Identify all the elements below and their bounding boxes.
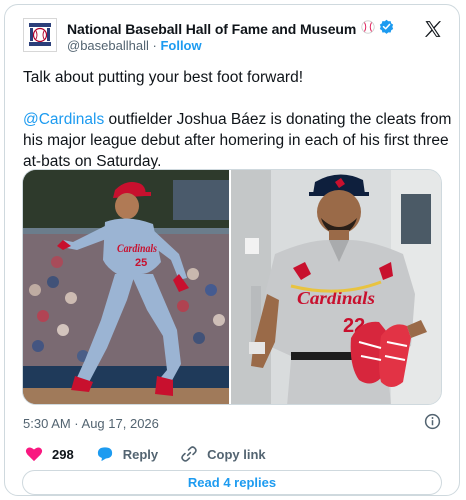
reply-button[interactable]: Reply: [96, 446, 158, 462]
cardinals-mention-link[interactable]: @Cardinals: [23, 111, 104, 128]
account-handle[interactable]: @baseballhall: [67, 38, 149, 53]
tweet-header: National Baseball Hall of Fame and Museu…: [23, 16, 445, 56]
hof-logo-icon[interactable]: [23, 18, 57, 52]
baseball-emoji-icon: [361, 19, 375, 39]
tweet-line-2: @Cardinals outfielder Joshua Báez is don…: [23, 109, 453, 172]
jersey-wordmark-left: Cardinals: [117, 241, 157, 255]
tweet-timestamp[interactable]: 5:30 AM · Aug 17, 2026: [23, 416, 159, 431]
photo-player-with-cleats[interactable]: Cardinals 22: [231, 170, 441, 404]
action-bar: 298 Reply Copy link: [25, 445, 288, 463]
reply-bubble-icon: [97, 447, 112, 462]
read-replies-button[interactable]: Read 4 replies: [22, 470, 442, 495]
x-logo-icon[interactable]: [423, 19, 443, 44]
verified-badge-icon[interactable]: [379, 19, 394, 39]
tweet-card: National Baseball Hall of Fame and Museu…: [4, 4, 460, 496]
handle-row: @baseballhall · Follow: [67, 38, 202, 53]
heart-icon: [25, 447, 43, 462]
copy-link-label: Copy link: [207, 446, 266, 462]
media-grid: Cardinals 25 Cardinals 22: [22, 169, 442, 405]
follow-button[interactable]: Follow: [160, 38, 201, 53]
copy-link-button[interactable]: Copy link: [180, 445, 266, 463]
jersey-number-left: 25: [135, 257, 147, 269]
tweet-line-1: Talk about putting your best foot forwar…: [23, 69, 304, 86]
photo-running-player[interactable]: Cardinals 25: [23, 170, 232, 404]
account-name-row: National Baseball Hall of Fame and Museu…: [67, 19, 394, 39]
reply-label: Reply: [122, 446, 159, 462]
separator-dot: ·: [152, 38, 157, 53]
info-icon[interactable]: [424, 413, 441, 435]
link-icon: [181, 446, 197, 462]
like-button[interactable]: 298: [25, 446, 74, 462]
like-count: 298: [52, 446, 74, 462]
account-name[interactable]: National Baseball Hall of Fame and Museu…: [67, 21, 356, 37]
